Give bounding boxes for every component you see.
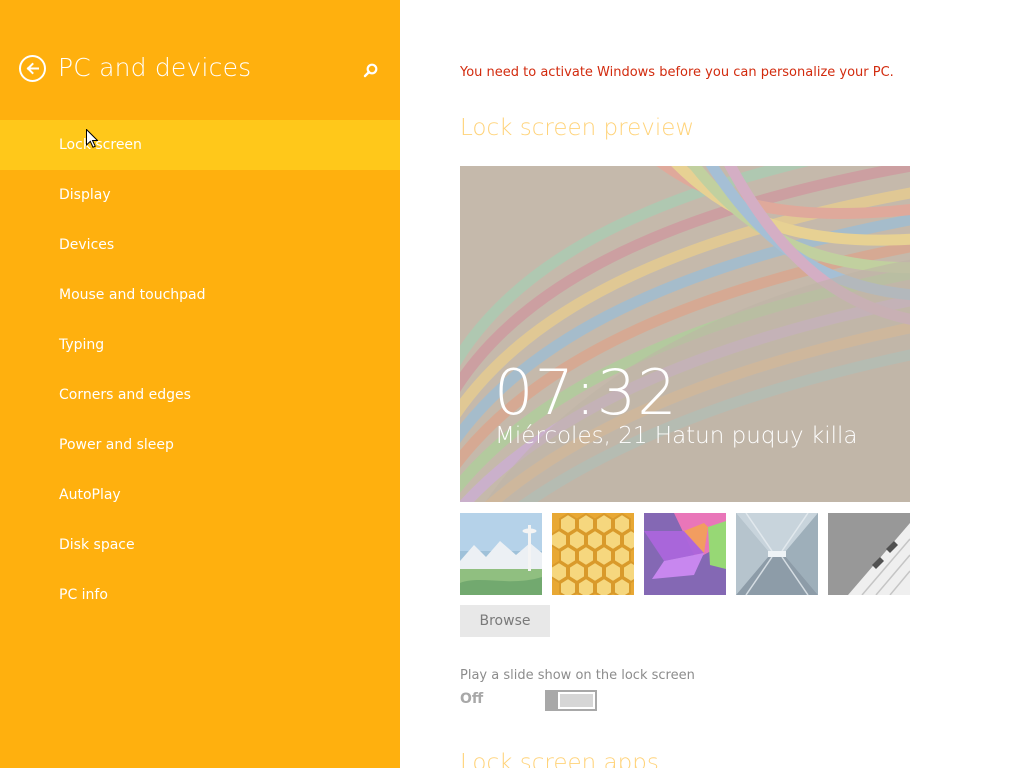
activation-notice: You need to activate Windows before you …	[460, 65, 894, 80]
lock-screen-apps-heading: Lock screen apps	[460, 750, 659, 768]
toggle-knob	[547, 692, 558, 709]
tunnel-thumbnail[interactable]	[736, 513, 818, 595]
lock-screen-background-image	[460, 166, 910, 502]
sidebar-item-autoplay[interactable]: AutoPlay	[0, 470, 400, 520]
honeycomb-thumbnail[interactable]	[552, 513, 634, 595]
back-arrow-icon	[26, 62, 39, 75]
space-needle-thumbnail[interactable]	[460, 513, 542, 595]
background-thumbnails	[460, 513, 910, 595]
sidebar-item-mouse-and-touchpad[interactable]: Mouse and touchpad	[0, 270, 400, 320]
sidebar-item-devices[interactable]: Devices	[0, 220, 400, 270]
left-header: PC and devices	[0, 0, 400, 120]
slideshow-toggle[interactable]	[545, 690, 597, 711]
sidebar-item-corners-and-edges[interactable]: Corners and edges	[0, 370, 400, 420]
lock-screen-preview: 07:32 Miércoles, 21 Hatun puquy killa	[460, 166, 910, 502]
page-title: PC and devices	[58, 53, 252, 82]
sidebar-item-display[interactable]: Display	[0, 170, 400, 220]
preview-clock: 07:32	[494, 356, 678, 429]
sidebar-item-power-and-sleep[interactable]: Power and sleep	[0, 420, 400, 470]
color-shapes-thumbnail[interactable]	[644, 513, 726, 595]
sidebar-item-pc-info[interactable]: PC info	[0, 570, 400, 620]
slideshow-toggle-state: Off	[460, 691, 484, 707]
piano-keys-thumbnail[interactable]	[828, 513, 910, 595]
search-button[interactable]	[360, 61, 380, 81]
back-button[interactable]	[19, 55, 46, 82]
left-pane: PC and devices Lock screen Display Devic…	[0, 0, 400, 768]
preview-date: Miércoles, 21 Hatun puquy killa	[495, 423, 858, 449]
settings-window: PC and devices Lock screen Display Devic…	[0, 0, 1024, 768]
content-pane: You need to activate Windows before you …	[400, 0, 1024, 768]
sidebar-item-lock-screen[interactable]: Lock screen	[0, 120, 400, 170]
sidebar-item-typing[interactable]: Typing	[0, 320, 400, 370]
toggle-track	[560, 694, 593, 707]
slideshow-label: Play a slide show on the lock screen	[460, 668, 695, 683]
sidebar-item-disk-space[interactable]: Disk space	[0, 520, 400, 570]
sidebar-nav: Lock screen Display Devices Mouse and to…	[0, 120, 400, 620]
browse-button[interactable]: Browse	[460, 605, 550, 637]
lock-screen-preview-heading: Lock screen preview	[460, 115, 695, 141]
search-icon	[363, 63, 378, 78]
